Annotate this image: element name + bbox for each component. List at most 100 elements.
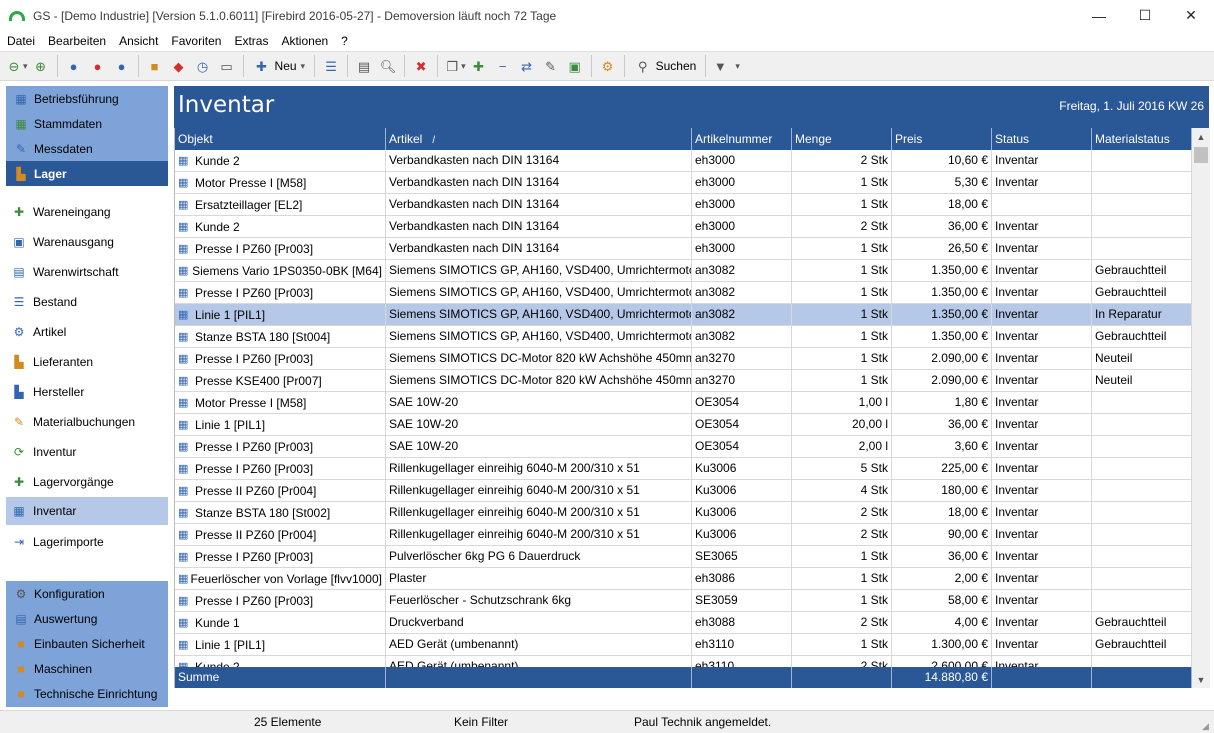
table-row[interactable]: ▦ Presse I PZ60 [Pr003] Rillenkugellager e… <box>175 458 1192 480</box>
column-header-materialstatus[interactable]: Materialstatus <box>1092 128 1192 150</box>
nav-group-lager[interactable]: ▙ Lager <box>6 161 168 186</box>
nav-group-stammdaten[interactable]: ▦ Stammdaten <box>6 111 168 136</box>
table-row[interactable]: ▦ Kunde 2 Verbandkasten nach DIN 13164 eh30… <box>175 150 1192 172</box>
table-row[interactable]: ▦ Presse II PZ60 [Pr004] Rillenkugellager … <box>175 524 1192 546</box>
alert-button[interactable]: ◆ <box>168 54 190 78</box>
nav-item-hersteller[interactable]: ▙ Hersteller <box>6 378 168 406</box>
table-row[interactable]: ▦ Presse I PZ60 [Pr003] Siemens SIMOTICS D… <box>175 348 1192 370</box>
scrollbar-thumb[interactable] <box>1194 147 1208 163</box>
table-cell: 4 Stk <box>792 480 892 502</box>
table-row[interactable]: ▦ Ersatzteillager [EL2] Verbandkasten nach… <box>175 194 1192 216</box>
table-row[interactable]: ▦ Presse II PZ60 [Pr004] Rillenkugellager … <box>175 480 1192 502</box>
print-preview-button[interactable]: 🔍︎ <box>377 54 399 78</box>
nav-item-artikel[interactable]: ⚙ Artikel <box>6 318 168 346</box>
column-header-objekt[interactable]: Objekt <box>175 128 386 150</box>
column-header-artikelnummer[interactable]: Artikelnummer <box>692 128 792 150</box>
table-row[interactable]: ▦ Presse I PZ60 [Pr003] SAE 10W-20 OE3054 2,… <box>175 436 1192 458</box>
table-cell: Ku3006 <box>692 458 792 480</box>
back-button[interactable]: ⊖ ▾ <box>5 54 28 78</box>
table-row[interactable]: ▦ Kunde 2 Verbandkasten nach DIN 13164 eh30… <box>175 216 1192 238</box>
nav-item-inventur[interactable]: ⟳ Inventur <box>6 438 168 466</box>
nav-item-lagervorgaenge[interactable]: ✚ Lagervorgänge <box>6 468 168 496</box>
nav-group-technische-einrichtung[interactable]: ■ Technische Einrichtung <box>6 681 168 706</box>
inventory-row-icon: ▦ <box>178 418 189 431</box>
nav-item-warenwirtschaft[interactable]: ▤ Warenwirtschaft <box>6 258 168 286</box>
table-row[interactable]: ▦ Kunde 2 AED Gerät (umbenannt) eh3110 2 Stk… <box>175 656 1192 667</box>
copy-button[interactable]: ❐ ▾ <box>443 54 465 78</box>
table-cell <box>1092 414 1192 436</box>
table-row[interactable]: ▦ Motor Presse I [M58] SAE 10W-20 OE3054 1,0… <box>175 392 1192 414</box>
table-row[interactable]: ▦ Presse I PZ60 [Pr003] Feuerlöscher - Sch… <box>175 590 1192 612</box>
close-window-button[interactable]: ✕ <box>1168 0 1214 31</box>
menu-ansicht[interactable]: Ansicht <box>112 34 164 48</box>
nav-item-wareneingang[interactable]: ✚ Wareneingang <box>6 198 168 226</box>
table-row[interactable]: ▦ Kunde 1 Druckverband eh3088 2 Stk 4,00 € Inv… <box>175 612 1192 634</box>
image-button[interactable]: ▣ <box>564 54 586 78</box>
vertical-scrollbar[interactable]: ▲ ▼ <box>1192 128 1210 688</box>
column-header-status[interactable]: Status <box>992 128 1092 150</box>
forward-button[interactable]: ⊕ <box>30 54 52 78</box>
page-title: Inventar <box>178 92 275 118</box>
filter-button[interactable]: ▼ ▾ <box>711 54 740 78</box>
table-row[interactable]: ▦ Presse I PZ60 [Pr003] Pulverlöscher 6kg … <box>175 546 1192 568</box>
column-header-label: Artikel <box>389 132 423 146</box>
inventory-transfer-button[interactable]: ⇄ <box>516 54 538 78</box>
new-button[interactable]: ✚ Neu ▾ <box>249 54 310 78</box>
nav-group-konfiguration[interactable]: ⚙ Konfiguration <box>6 581 168 606</box>
scroll-up-icon[interactable]: ▲ <box>1192 128 1210 145</box>
table-cell: 1 Stk <box>792 238 892 260</box>
open-folder-button[interactable]: ■ <box>144 54 166 78</box>
inventory-add-button[interactable]: ✚ <box>468 54 490 78</box>
nav-group-messdaten[interactable]: ✎ Messdaten <box>6 136 168 161</box>
menu-datei[interactable]: Datei <box>0 34 41 48</box>
user-button[interactable]: ● <box>63 54 85 78</box>
user-info-button[interactable]: ● <box>111 54 133 78</box>
table-row[interactable]: ▦ Linie 1 [PIL1] Siemens SIMOTICS GP, AH16… <box>175 304 1192 326</box>
resize-grip-icon[interactable]: ◢ <box>1202 721 1212 731</box>
nav-group-auswertung[interactable]: ▤ Auswertung <box>6 606 168 631</box>
table-row[interactable]: ▦ Presse I PZ60 [Pr003] Siemens SIMOTICS G… <box>175 282 1192 304</box>
table-row[interactable]: ▦ Stanze BSTA 180 [St002] Rillenkugellager… <box>175 502 1192 524</box>
menu-help[interactable]: ? <box>334 34 354 48</box>
maximize-button[interactable]: ☐ <box>1122 0 1168 31</box>
inventory-add-icon: ✚ <box>473 58 485 74</box>
column-header-preis[interactable]: Preis <box>892 128 992 150</box>
edit-list-button[interactable]: ☰ <box>320 54 342 78</box>
table-row[interactable]: ▦ Motor Presse I [M58] Verbandkasten nach … <box>175 172 1192 194</box>
menu-aktionen[interactable]: Aktionen <box>274 34 334 48</box>
print-button[interactable]: ▤ <box>353 54 375 78</box>
scroll-down-icon[interactable]: ▼ <box>1192 671 1210 688</box>
column-header-artikel[interactable]: Artikel / <box>386 128 692 150</box>
inventory-remove-button[interactable]: − <box>492 54 514 78</box>
nav-item-lieferanten[interactable]: ▙ Lieferanten <box>6 348 168 376</box>
nav-group-maschinen[interactable]: ■ Maschinen <box>6 656 168 681</box>
table-row[interactable]: ▦ Siemens Vario 1PS0350-0BK [M64] Siemens … <box>175 260 1192 282</box>
table-row[interactable]: ▦ Presse I PZ60 [Pr003] Verbandkasten nach… <box>175 238 1192 260</box>
table-row[interactable]: ▦ Presse KSE400 [Pr007] Siemens SIMOTICS D… <box>175 370 1192 392</box>
table-row[interactable]: ▦ Stanze BSTA 180 [St004] Siemens SIMOTICS… <box>175 326 1192 348</box>
nav-group-betriebsfuehrung[interactable]: ▦ Betriebsführung <box>6 86 168 111</box>
menu-extras[interactable]: Extras <box>227 34 274 48</box>
table-cell: OE3054 <box>692 392 792 414</box>
menu-favoriten[interactable]: Favoriten <box>164 34 227 48</box>
nav-group-einbauten-sicherheit[interactable]: ■ Einbauten Sicherheit <box>6 631 168 656</box>
nav-item-warenausgang[interactable]: ▣ Warenausgang <box>6 228 168 256</box>
delete-button[interactable]: ✖ <box>410 54 432 78</box>
nav-item-materialbuchungen[interactable]: ✎ Materialbuchungen <box>6 408 168 436</box>
menu-bearbeiten[interactable]: Bearbeiten <box>41 34 112 48</box>
nav-item-lagerimporte[interactable]: ⇥ Lagerimporte <box>6 528 168 556</box>
nav-item-bestand[interactable]: ☰ Bestand <box>6 288 168 316</box>
tools-button[interactable]: ⚙ <box>597 54 619 78</box>
table-row[interactable]: ▦ Linie 1 [PIL1] AED Gerät (umbenannt) eh31… <box>175 634 1192 656</box>
column-header-menge[interactable]: Menge <box>792 128 892 150</box>
schedule-24-button[interactable]: ◷ <box>192 54 214 78</box>
edit-pen-button[interactable]: ✎ <box>540 54 562 78</box>
search-button[interactable]: ⚲ Suchen <box>630 54 701 78</box>
table-row[interactable]: ▦ Feuerlöscher von Vorlage [flvv1000] Plas… <box>175 568 1192 590</box>
comment-button[interactable]: ▭ <box>216 54 238 78</box>
minimize-button[interactable]: — <box>1076 0 1122 31</box>
nav-item-inventar[interactable]: ▦ Inventar <box>6 497 168 525</box>
user-remove-button[interactable]: ● <box>87 54 109 78</box>
table-row[interactable]: ▦ Linie 1 [PIL1] SAE 10W-20 OE3054 20,00 l 36… <box>175 414 1192 436</box>
table-cell-text: Presse I PZ60 [Pr003] <box>195 285 314 300</box>
